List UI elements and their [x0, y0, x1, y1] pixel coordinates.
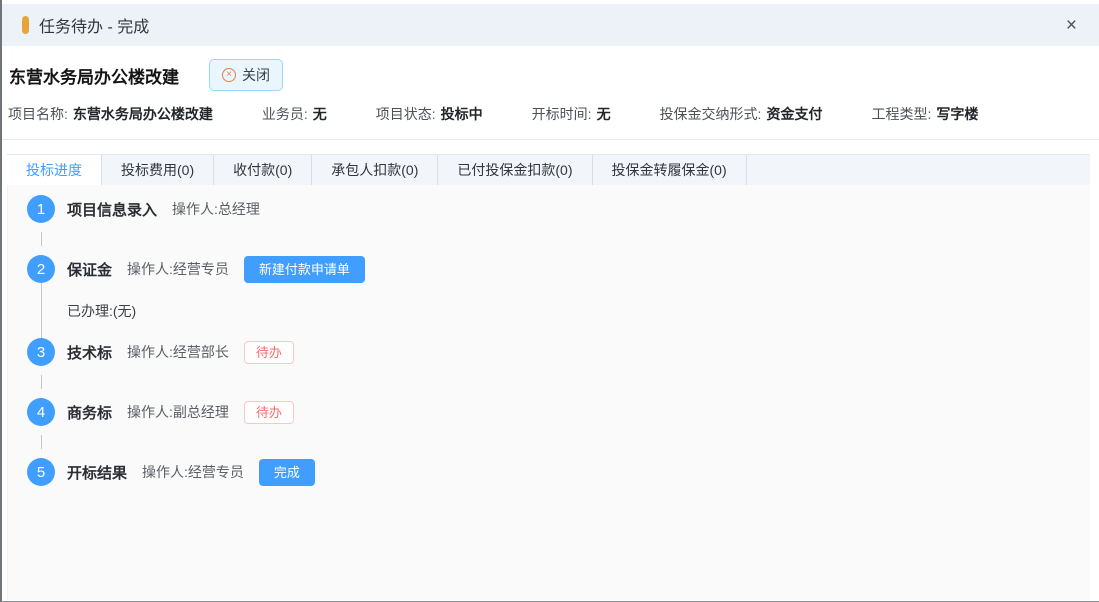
tab-bar-filler: [747, 155, 1090, 185]
tab-contractor-deduction[interactable]: 承包人扣款(0): [312, 155, 438, 185]
bid-progress-panel: 1 项目信息录入 操作人:总经理 2 保证金 操作人:经营专员 新建付款申请单 …: [7, 185, 1090, 600]
step-name: 技术标: [67, 342, 112, 363]
step-row-3: 3 技术标 操作人:经营部长 待办: [27, 338, 1090, 366]
step-row-1: 1 项目信息录入 操作人:总经理: [27, 195, 1090, 223]
info-project-name: 项目名称:东营水务局办公楼改建: [8, 104, 213, 124]
step-name: 开标结果: [67, 462, 127, 483]
info-deposit-payment-form: 投保金交纳形式:资金支付: [660, 104, 823, 124]
tab-paid-deposit-deduction[interactable]: 已付投保金扣款(0): [438, 155, 592, 185]
step-number-badge: 1: [27, 195, 55, 223]
step-row-4: 4 商务标 操作人:副总经理 待办: [27, 398, 1090, 426]
tab-payments[interactable]: 收付款(0): [214, 155, 312, 185]
complete-button[interactable]: 完成: [259, 459, 315, 486]
project-title: 东营水务局办公楼改建: [9, 63, 179, 88]
step-operator: 操作人:总经理: [172, 199, 260, 219]
info-bid-open-time: 开标时间:无: [532, 104, 611, 124]
step-connector: [27, 223, 55, 255]
tab-bid-cost[interactable]: 投标费用(0): [102, 155, 214, 185]
info-project-type: 工程类型:写字楼: [871, 104, 978, 124]
accent-bar: [22, 16, 29, 34]
todo-status-badge: 待办: [244, 341, 294, 364]
project-info-row: 项目名称:东营水务局办公楼改建 业务员:无 项目状态:投标中 开标时间:无 投保…: [2, 102, 1099, 139]
tab-deposit-to-performance-bond[interactable]: 投保金转履保金(0): [593, 155, 747, 185]
step-operator: 操作人:经营专员: [142, 462, 244, 482]
info-project-status: 项目状态:投标中: [376, 104, 483, 124]
step-operator: 操作人:副总经理: [127, 402, 229, 422]
step-2-handled-row: 已办理:(无): [27, 283, 1090, 338]
step-number-badge: 3: [27, 338, 55, 366]
project-title-row: 东营水务局办公楼改建 × 关闭: [2, 46, 1099, 102]
step-number-badge: 5: [27, 458, 55, 486]
step-operator: 操作人:经营专员: [127, 259, 229, 279]
step-connector: [27, 283, 55, 338]
step-operator: 操作人:经营部长: [127, 342, 229, 362]
todo-status-badge: 待办: [244, 401, 294, 424]
dialog-header: 任务待办 - 完成 ×: [2, 4, 1099, 46]
close-project-button-label: 关闭: [242, 65, 270, 85]
info-salesperson: 业务员:无: [262, 104, 327, 124]
step-connector: [27, 426, 55, 458]
step-row-5: 5 开标结果 操作人:经营专员 完成: [27, 458, 1090, 486]
dialog-title: 任务待办 - 完成: [39, 13, 149, 37]
step-row-2: 2 保证金 操作人:经营专员 新建付款申请单: [27, 255, 1090, 283]
step-number-badge: 2: [27, 255, 55, 283]
step-name: 保证金: [67, 259, 112, 280]
close-icon[interactable]: ×: [1066, 16, 1077, 35]
circle-x-icon: ×: [222, 68, 236, 82]
divider: [2, 139, 1099, 140]
task-dialog: 任务待办 - 完成 × 东营水务局办公楼改建 × 关闭 项目名称:东营水务局办公…: [0, 0, 1099, 602]
step-number-badge: 4: [27, 398, 55, 426]
step-connector: [27, 366, 55, 398]
step-name: 项目信息录入: [67, 199, 157, 220]
tab-bid-progress[interactable]: 投标进度: [7, 155, 102, 185]
handled-note: 已办理:(无): [67, 301, 136, 321]
close-project-button[interactable]: × 关闭: [209, 59, 283, 91]
step-name: 商务标: [67, 402, 112, 423]
new-payment-request-button[interactable]: 新建付款申请单: [244, 256, 365, 283]
tab-bar: 投标进度 投标费用(0) 收付款(0) 承包人扣款(0) 已付投保金扣款(0) …: [7, 154, 1090, 185]
